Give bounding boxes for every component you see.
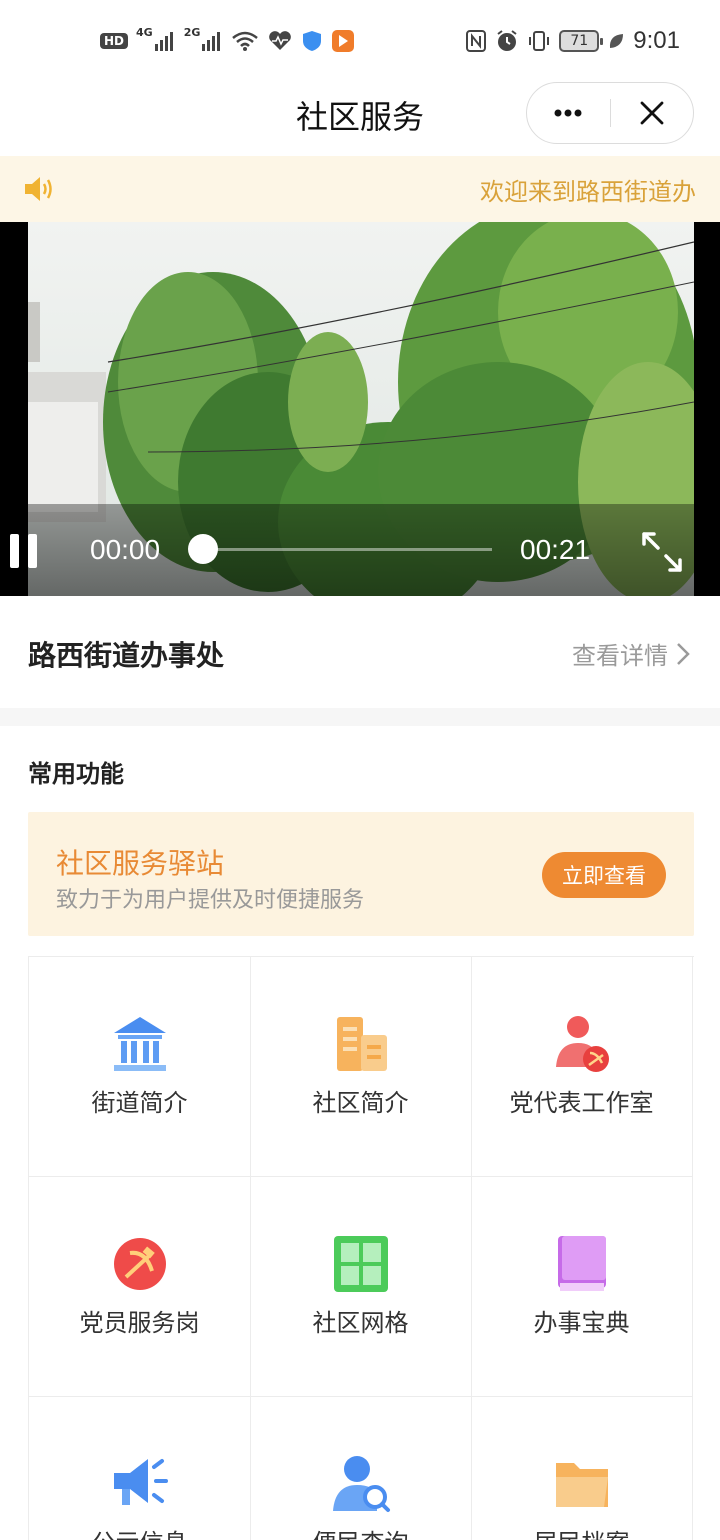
book-icon xyxy=(558,1236,606,1291)
grid-label: 社区网格 xyxy=(312,1309,409,1337)
app-icon xyxy=(331,28,355,54)
street-office-row: 路西街道办事处 查看详情 xyxy=(0,596,720,708)
grid-item-convenience-query[interactable]: 便民查询 xyxy=(250,1397,472,1540)
grid-item-service-guide[interactable]: 办事宝典 xyxy=(471,1177,693,1397)
nfc-icon xyxy=(465,28,487,54)
grid-item-resident-archive[interactable]: 居民档案 xyxy=(471,1397,693,1540)
grid-label: 党员服务岗 xyxy=(79,1309,200,1337)
clock: 9:01 xyxy=(633,27,680,54)
network-type-1: 4G xyxy=(136,26,153,39)
function-grid: 街道简介 社区简介 党代表工作室 党员服务岗 社区网格 办事宝典 xyxy=(28,956,694,1540)
total-time: 00:21 xyxy=(520,534,591,565)
fullscreen-icon[interactable] xyxy=(640,530,684,574)
signal-icon-2: 2G xyxy=(183,26,224,54)
grid-label: 公示信息 xyxy=(29,1523,250,1540)
grid-item-party-service-post[interactable]: 党员服务岗 xyxy=(29,1177,251,1397)
grid-item-community-grid[interactable]: 社区网格 xyxy=(250,1177,472,1397)
grid-label: 街道简介 xyxy=(91,1089,188,1117)
pause-bar-right xyxy=(28,534,37,568)
buildings-icon xyxy=(337,1017,387,1071)
status-left: HD 4G 2G xyxy=(100,26,355,56)
grid-item-community-intro[interactable]: 社区简介 xyxy=(250,957,472,1177)
battery-indicator: 71 xyxy=(559,30,604,52)
folder-icon xyxy=(556,1463,608,1507)
health-icon xyxy=(267,28,293,54)
mini-program-capsule xyxy=(526,82,694,144)
view-now-button[interactable]: 立即查看 xyxy=(542,852,666,898)
grid-item-party-rep-office[interactable]: 党代表工作室 xyxy=(471,957,693,1177)
street-office-name: 路西街道办事处 xyxy=(28,639,225,672)
network-type-2: 2G xyxy=(183,26,201,39)
grid-label: 党代表工作室 xyxy=(509,1089,654,1117)
banner-subtitle: 致力于为用户提供及时便捷服务 xyxy=(56,888,365,913)
vibrate-icon xyxy=(527,28,551,54)
notice-bar[interactable]: 欢迎来到路西街道办 xyxy=(0,156,720,222)
leaf-icon xyxy=(607,28,625,54)
grid-label: 办事宝典 xyxy=(533,1309,630,1337)
grid-label: 社区简介 xyxy=(312,1089,409,1117)
view-details-link[interactable]: 查看详情 xyxy=(572,636,690,671)
wifi-icon xyxy=(231,28,259,54)
megaphone-icon xyxy=(114,1459,168,1505)
grid-label: 便民查询 xyxy=(250,1523,471,1540)
shield-icon xyxy=(301,28,323,54)
pause-button[interactable] xyxy=(8,534,38,568)
status-bar: HD 4G 2G 71 9:01 xyxy=(0,0,720,80)
hd-badge: HD xyxy=(100,33,129,49)
video-player[interactable]: 00:00 00:21 xyxy=(0,222,720,596)
more-dots-icon xyxy=(554,109,582,117)
grid-label: 居民档案 xyxy=(471,1523,692,1540)
view-details-label: 查看详情 xyxy=(572,642,668,670)
pause-bar-left xyxy=(10,534,19,568)
alarm-icon xyxy=(495,28,519,54)
notice-text: 欢迎来到路西街道办 xyxy=(480,178,696,206)
speaker-icon xyxy=(25,177,52,201)
progress-track[interactable] xyxy=(202,548,492,551)
party-emblem-icon xyxy=(114,1238,166,1290)
common-functions-title: 常用功能 xyxy=(28,760,124,788)
party-representative-icon xyxy=(556,1016,609,1072)
grid-item-public-info[interactable]: 公示信息 xyxy=(29,1397,251,1540)
more-button[interactable] xyxy=(527,83,610,143)
progress-knob[interactable] xyxy=(188,534,218,564)
person-search-icon xyxy=(333,1456,390,1512)
grid-icon xyxy=(334,1236,388,1292)
service-station-banner[interactable]: 社区服务驿站 致力于为用户提供及时便捷服务 立即查看 xyxy=(28,812,694,936)
section-divider xyxy=(0,708,720,726)
grid-item-street-intro[interactable]: 街道简介 xyxy=(29,957,251,1177)
current-time: 00:00 xyxy=(90,534,161,565)
close-icon xyxy=(640,101,664,125)
status-right: 71 9:01 xyxy=(465,26,680,56)
title-bar: 社区服务 xyxy=(0,80,720,156)
banner-title: 社区服务驿站 xyxy=(56,847,225,880)
government-building-icon xyxy=(114,1017,166,1071)
signal-icon: 4G xyxy=(136,26,176,54)
chevron-right-icon xyxy=(677,642,690,665)
close-button[interactable] xyxy=(611,83,694,143)
